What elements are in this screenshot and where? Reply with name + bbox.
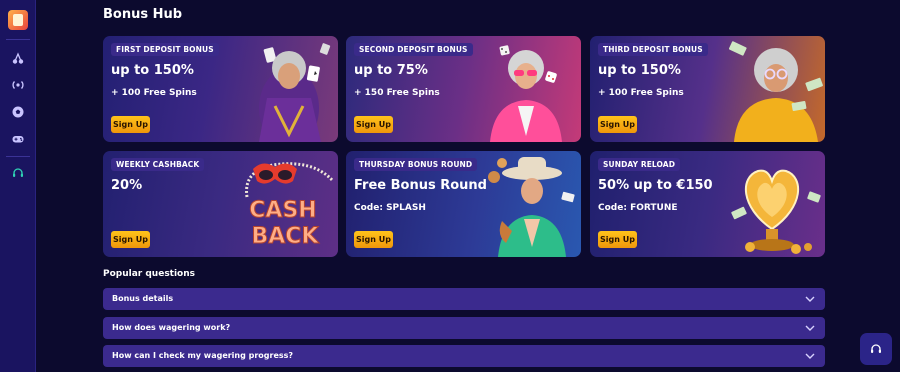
bonus-subtext: + 100 Free Spins	[598, 88, 684, 98]
soccer-ball-icon[interactable]	[6, 100, 30, 124]
chevron-down-icon	[805, 296, 815, 302]
sign-up-button[interactable]: Sign Up	[111, 116, 150, 133]
logo-icon[interactable]	[8, 10, 28, 30]
sidebar-divider	[6, 39, 30, 40]
bonus-illustration-image	[259, 43, 331, 142]
headset-icon[interactable]	[6, 161, 30, 185]
bonus-subtext: Code: SPLASH	[354, 203, 426, 213]
bonus-card-thursday-round: THURSDAY BONUS ROUND Free Bonus Round Co…	[346, 151, 581, 257]
bonus-headline: up to 150%	[111, 63, 194, 78]
bonus-badge: WEEKLY CASHBACK	[111, 158, 205, 171]
bonus-card-first-deposit: FIRST DEPOSIT BONUS up to 150% + 100 Fre…	[103, 36, 338, 142]
bonus-subtext: Code: FORTUNE	[598, 203, 678, 213]
sign-up-button[interactable]: Sign Up	[598, 231, 637, 248]
bonus-illustration-image	[488, 157, 575, 257]
bonus-badge: FIRST DEPOSIT BONUS	[111, 43, 219, 56]
gamepad-icon[interactable]	[6, 127, 30, 151]
sidebar-divider	[6, 156, 30, 157]
cashback-illustration-image: CASH BACK	[245, 162, 335, 250]
chevron-down-icon	[805, 325, 815, 331]
cherries-icon[interactable]	[6, 46, 30, 70]
bonus-card-weekly-cashback: WEEKLY CASHBACK 20% Sign Up CASH BACK	[103, 151, 338, 257]
bonus-illustration-image	[728, 41, 823, 142]
support-chat-button[interactable]	[860, 333, 892, 365]
broadcast-icon[interactable]	[6, 73, 30, 97]
bonus-card-second-deposit: SECOND DEPOSIT BONUS up to 75% + 150 Fre…	[346, 36, 581, 142]
faq-item-wagering-progress[interactable]: How can I check my wagering progress?	[103, 345, 825, 367]
sign-up-button[interactable]: Sign Up	[111, 231, 150, 248]
cashback-art-text: BACK	[252, 224, 320, 249]
bonus-subtext: + 100 Free Spins	[111, 88, 197, 98]
sidebar	[0, 0, 36, 372]
faq-item-wagering[interactable]: How does wagering work?	[103, 317, 825, 339]
faq-question: How can I check my wagering progress?	[112, 351, 294, 360]
bonus-headline: up to 75%	[354, 63, 428, 78]
bonus-badge: THURSDAY BONUS ROUND	[354, 158, 478, 171]
faq-item-bonus-details[interactable]: Bonus details	[103, 288, 825, 310]
bonus-subtext: + 150 Free Spins	[354, 88, 440, 98]
bonus-headline: 50% up to €150	[598, 178, 713, 193]
faq-question: Bonus details	[112, 294, 174, 303]
bonus-badge: THIRD DEPOSIT BONUS	[598, 43, 708, 56]
bonus-illustration-image	[490, 45, 562, 142]
bonus-headline: up to 150%	[598, 63, 681, 78]
cashback-art-text: CASH	[249, 198, 316, 223]
sign-up-button[interactable]: Sign Up	[354, 231, 393, 248]
bonus-badge: SUNDAY RELOAD	[598, 158, 681, 171]
headset-icon	[871, 344, 881, 353]
bonus-card-sunday-reload: SUNDAY RELOAD 50% up to €150 Code: FORTU…	[590, 151, 825, 257]
heart-trophy-illustration-image	[731, 169, 821, 254]
sign-up-button[interactable]: Sign Up	[598, 116, 637, 133]
page-title: Bonus Hub	[103, 7, 183, 22]
bonus-badge: SECOND DEPOSIT BONUS	[354, 43, 473, 56]
bonus-headline: 20%	[111, 178, 143, 193]
chevron-down-icon	[805, 353, 815, 359]
sign-up-button[interactable]: Sign Up	[354, 116, 393, 133]
faq-question: How does wagering work?	[112, 323, 231, 332]
faq-title: Popular questions	[103, 269, 196, 279]
bonus-card-third-deposit: THIRD DEPOSIT BONUS up to 150% + 100 Fre…	[590, 36, 825, 142]
